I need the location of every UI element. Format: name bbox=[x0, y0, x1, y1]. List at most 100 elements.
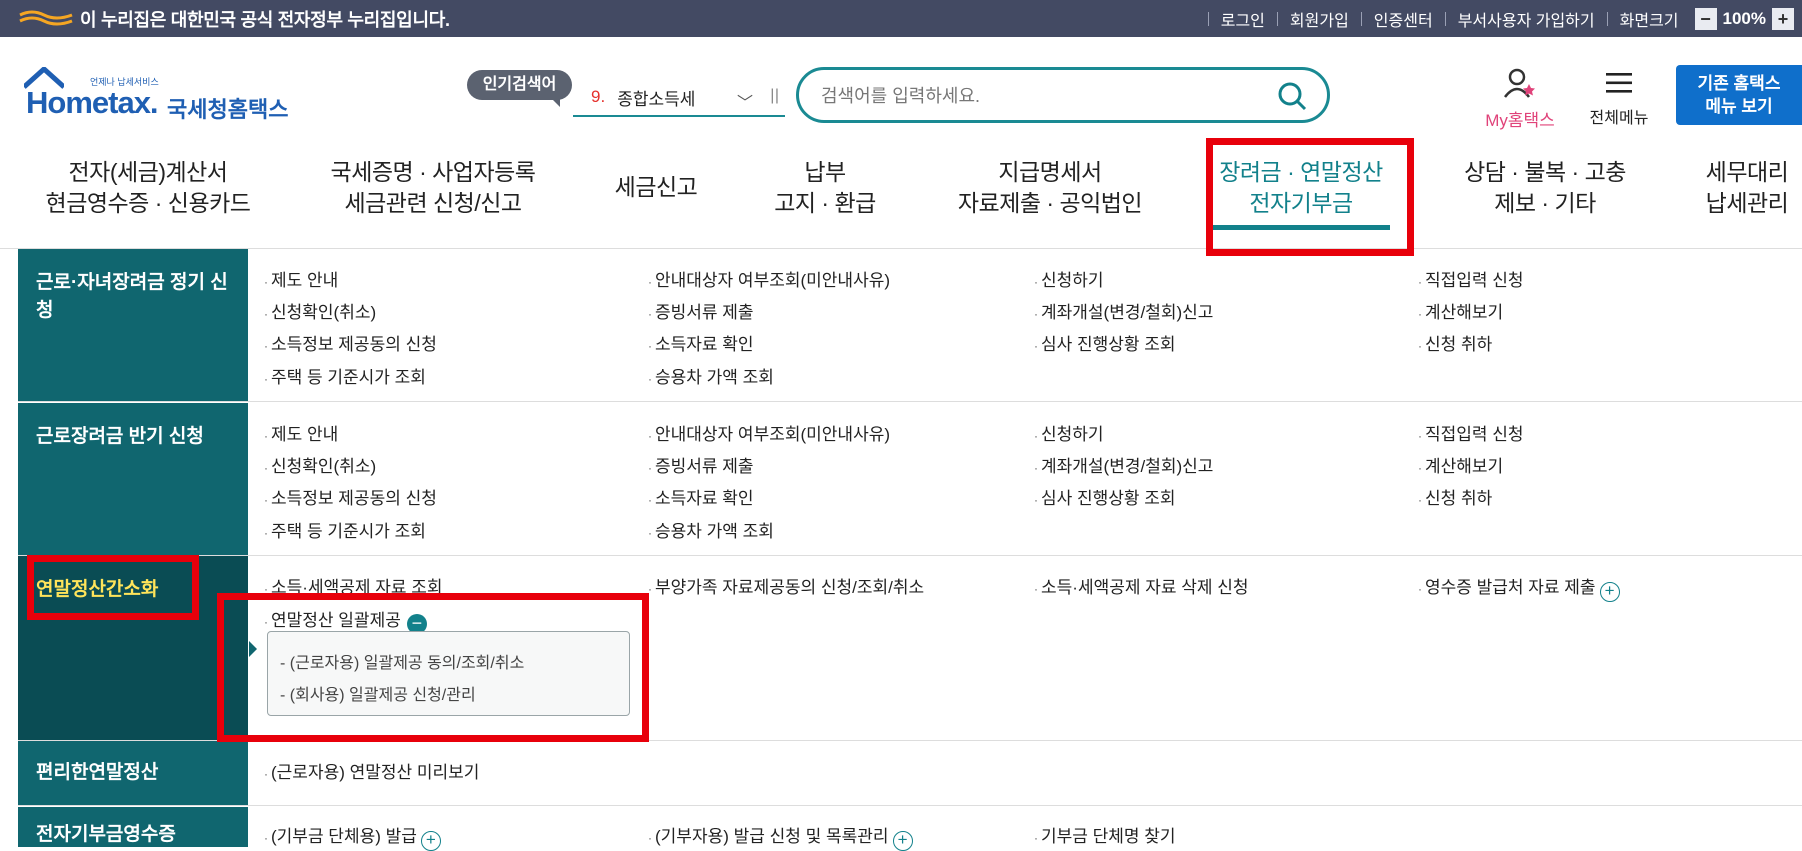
section-title[interactable]: 전자기부금영수증 bbox=[18, 807, 248, 847]
menu-link[interactable]: · 심사 진행상황 조회 bbox=[1034, 330, 1176, 355]
zoom-in-button[interactable]: + bbox=[1772, 7, 1794, 30]
menu-link[interactable]: · 신청 취하 bbox=[1418, 484, 1492, 509]
pause-icon[interactable]: | | bbox=[770, 87, 779, 105]
menu-link[interactable]: · 소득자료 확인 bbox=[648, 330, 754, 355]
menu-link[interactable]: · 신청확인(취소) bbox=[264, 452, 376, 477]
menu-link[interactable]: · 증빙서류 제출 bbox=[648, 452, 754, 477]
gnb-tax-filing[interactable]: 세금신고 bbox=[606, 172, 706, 203]
gnb-label: 전자기부금 bbox=[1249, 190, 1353, 216]
menu-link[interactable]: · 부양가족 자료제공동의 신청/조회/취소 bbox=[648, 573, 924, 598]
gnb-label: 납부 bbox=[804, 159, 846, 185]
menu-link[interactable]: · 소득·세액공제 자료 삭제 신청 bbox=[1034, 573, 1249, 598]
all-menu-button[interactable]: 전체메뉴 bbox=[1582, 71, 1656, 128]
menu-link[interactable]: · 신청확인(취소) bbox=[264, 298, 376, 323]
menu-link[interactable]: · (근로자용) 연말정산 미리보기 bbox=[264, 758, 479, 783]
gnb-consultation[interactable]: 상담 · 불복 · 고충 제보 · 기타 bbox=[1450, 157, 1640, 219]
popular-search-badge: 인기검색어 bbox=[467, 70, 572, 107]
section-title[interactable]: 근로장려금 반기 신청 bbox=[18, 403, 248, 555]
search-input[interactable] bbox=[821, 82, 1261, 110]
gnb-tax-agent[interactable]: 세무대리 납세관리 bbox=[1692, 157, 1802, 219]
user-star-icon bbox=[1504, 68, 1535, 98]
menu-link[interactable]: · (기부자용) 발급 신청 및 목록관리 + bbox=[648, 822, 913, 851]
gnb-label: 현금영수증 · 신용카드 bbox=[45, 190, 251, 216]
popular-rank: 9. bbox=[591, 87, 606, 106]
popular-keyword-selector[interactable]: 9. 종합소득세 ﹀ | | bbox=[573, 79, 785, 117]
menu-link[interactable]: · 계좌개설(변경/철회)신고 bbox=[1034, 298, 1213, 323]
expand-plus-icon[interactable]: + bbox=[420, 831, 441, 851]
menu-link[interactable]: · 승용차 가액 조회 bbox=[648, 363, 774, 388]
gnb-payment[interactable]: 납부 고지 · 환급 bbox=[760, 157, 890, 219]
gnb-label: 전자(세금)계산서 bbox=[68, 159, 228, 185]
menu-link[interactable]: · 계산해보기 bbox=[1418, 452, 1503, 477]
menu-link[interactable]: · 소득자료 확인 bbox=[648, 484, 754, 509]
menu-link[interactable]: · 승용차 가액 조회 bbox=[648, 517, 774, 542]
menu-link[interactable]: · 증빙서류 제출 bbox=[648, 298, 754, 323]
submenu-link[interactable]: - (회사용) 일괄제공 신청/관리 bbox=[280, 681, 476, 705]
menu-link[interactable]: · 신청하기 bbox=[1034, 420, 1104, 445]
menu-link-expanded[interactable]: · 연말정산 일괄제공 − bbox=[264, 606, 427, 634]
menu-link[interactable]: · 직접입력 신청 bbox=[1418, 266, 1524, 291]
menu-link[interactable]: · 소득정보 제공동의 신청 bbox=[264, 484, 437, 509]
expand-plus-icon[interactable]: + bbox=[892, 831, 913, 851]
hometax-logo[interactable]: 언제나 납세서비스 Hometax. 국세청홈택스 bbox=[20, 67, 290, 127]
menu-link[interactable]: · 심사 진행상황 조회 bbox=[1034, 484, 1176, 509]
menu-link[interactable]: · 소득·세액공제 자료 조회 bbox=[264, 573, 443, 598]
gnb-label: 세무대리 bbox=[1705, 159, 1789, 185]
menu-link[interactable]: · 신청하기 bbox=[1034, 266, 1104, 291]
gnb-incentive-year-end[interactable]: 장려금 · 연말정산 전자기부금 bbox=[1206, 157, 1396, 219]
menu-link[interactable]: · 주택 등 기준시가 조회 bbox=[264, 363, 426, 388]
divider bbox=[1276, 11, 1278, 26]
gnb-label: 고지 · 환급 bbox=[774, 190, 876, 216]
menu-link[interactable]: · 직접입력 신청 bbox=[1418, 420, 1524, 445]
logo-korean: 국세청홈택스 bbox=[167, 97, 289, 122]
search-box bbox=[796, 67, 1330, 123]
menu-link[interactable]: · 제도 안내 bbox=[264, 266, 338, 291]
submenu-box: - (근로자용) 일괄제공 동의/조회/취소 - (회사용) 일괄제공 신청/관… bbox=[267, 631, 630, 716]
old-hometax-line2: 메뉴 보기 bbox=[1705, 97, 1773, 116]
site-header: 언제나 납세서비스 Hometax. 국세청홈택스 인기검색어 9. 종합소득세… bbox=[0, 37, 1802, 137]
gnb-certificates[interactable]: 국세증명 · 사업자등록 세금관련 신청/신고 bbox=[318, 157, 548, 219]
login-link[interactable]: 로그인 bbox=[1221, 7, 1265, 31]
chevron-down-icon[interactable]: ﹀ bbox=[737, 89, 753, 113]
menu-link[interactable]: · 기부금 단체명 찾기 bbox=[1034, 822, 1176, 847]
zoom-value: 100% bbox=[1722, 8, 1766, 28]
menu-link[interactable]: · 소득정보 제공동의 신청 bbox=[264, 330, 437, 355]
cert-center-link[interactable]: 인증센터 bbox=[1374, 7, 1433, 31]
my-hometax-label: My홈택스 bbox=[1485, 111, 1555, 130]
gnb-label: 자료제출 · 공익법인 bbox=[957, 190, 1143, 216]
gnb-payment-statement[interactable]: 지급명세서 자료제출 · 공익법인 bbox=[950, 157, 1150, 219]
active-tab-underline bbox=[1212, 225, 1390, 230]
gnb-label: 제보 · 기타 bbox=[1494, 190, 1596, 216]
menu-link[interactable]: · 제도 안내 bbox=[264, 420, 338, 445]
all-menu-label: 전체메뉴 bbox=[1589, 110, 1649, 127]
gnb-label: 납세관리 bbox=[1705, 190, 1789, 216]
menu-link[interactable]: · 영수증 발급처 자료 제출 + bbox=[1418, 573, 1620, 602]
my-hometax-button[interactable]: My홈택스 bbox=[1478, 67, 1562, 131]
menu-link[interactable]: · 주택 등 기준시가 조회 bbox=[264, 517, 426, 542]
menu-link[interactable]: · (기부금 단체용) 발급 + bbox=[264, 822, 441, 851]
submenu-link[interactable]: - (근로자용) 일괄제공 동의/조회/취소 bbox=[280, 649, 524, 673]
old-hometax-menu-button[interactable]: 기존 홈택스 메뉴 보기 bbox=[1676, 65, 1802, 125]
gov-banner-text: 이 누리집은 대한민국 공식 전자정부 누리집입니다. bbox=[80, 10, 450, 30]
government-emblem-icon bbox=[19, 10, 73, 26]
menu-link[interactable]: · 신청 취하 bbox=[1418, 330, 1492, 355]
submenu-pointer-icon bbox=[249, 641, 257, 657]
section-title[interactable]: 연말정산간소화 bbox=[18, 556, 248, 740]
section-title[interactable]: 근로·자녀장려금 정기 신청 bbox=[18, 249, 248, 401]
menu-link[interactable]: · 안내대상자 여부조회(미안내사유) bbox=[648, 266, 890, 291]
gnb-label: 국세증명 · 사업자등록 bbox=[330, 159, 536, 185]
divider bbox=[1207, 11, 1209, 26]
section-title[interactable]: 편리한연말정산 bbox=[18, 741, 248, 805]
menu-link[interactable]: · 계좌개설(변경/철회)신고 bbox=[1034, 452, 1213, 477]
gnb-label: 지급명세서 bbox=[998, 159, 1102, 185]
gov-banner: 이 누리집은 대한민국 공식 전자정부 누리집입니다. 로그인 회원가입 인증센… bbox=[0, 0, 1802, 37]
signup-link[interactable]: 회원가입 bbox=[1290, 7, 1349, 31]
menu-link[interactable]: · 안내대상자 여부조회(미안내사유) bbox=[648, 420, 890, 445]
zoom-out-button[interactable]: − bbox=[1694, 7, 1717, 30]
gnb-e-invoice[interactable]: 전자(세금)계산서 현금영수증 · 신용카드 bbox=[38, 157, 258, 219]
hamburger-menu-icon bbox=[1606, 73, 1632, 93]
menu-link[interactable]: · 계산해보기 bbox=[1418, 298, 1503, 323]
dept-user-signup-link[interactable]: 부서사용자 가입하기 bbox=[1458, 7, 1595, 31]
expand-plus-icon[interactable]: + bbox=[1599, 582, 1620, 602]
search-icon[interactable] bbox=[1277, 81, 1307, 111]
